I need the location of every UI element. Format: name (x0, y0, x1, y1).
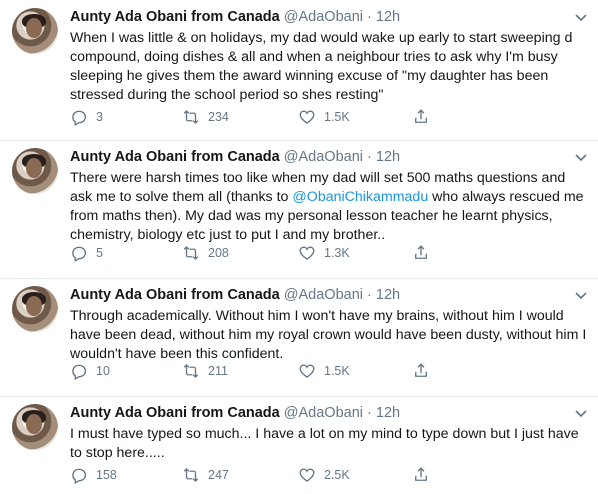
like-button[interactable]: 1.5K (298, 108, 350, 126)
tweet-divider (0, 140, 598, 141)
heart-icon (298, 108, 316, 126)
share-button[interactable] (412, 362, 430, 380)
avatar[interactable] (12, 148, 58, 194)
retweet-count: 234 (208, 110, 229, 124)
retweet-icon (182, 466, 200, 484)
like-count: 1.5K (324, 364, 350, 378)
reply-count: 10 (96, 364, 110, 378)
avatar[interactable] (12, 8, 58, 54)
retweet-button[interactable]: 234 (182, 108, 229, 126)
tweet-divider (0, 278, 598, 279)
like-button[interactable]: 2.5K (298, 466, 350, 484)
chevron-down-icon[interactable] (574, 406, 588, 418)
reply-count: 3 (96, 110, 103, 124)
tweet-header: Aunty Ada Obani from Canada @AdaObani · … (70, 148, 588, 166)
reply-icon (70, 362, 88, 380)
tweet-actions: 5 208 1.3K (70, 244, 510, 262)
retweet-icon (182, 108, 200, 126)
author-name[interactable]: Aunty Ada Obani from Canada (70, 287, 280, 303)
dot-separator: · (367, 287, 372, 303)
share-icon (412, 362, 430, 380)
tweet-text-part: I must have typed so much... I have a lo… (70, 426, 579, 461)
tweet-time[interactable]: 12h (376, 9, 400, 25)
reply-button[interactable]: 5 (70, 244, 103, 262)
author-name[interactable]: Aunty Ada Obani from Canada (70, 9, 280, 25)
tweet-actions: 10 211 1.5K (70, 362, 510, 380)
like-count: 1.5K (324, 110, 350, 124)
avatar[interactable] (12, 404, 58, 450)
like-count: 1.3K (324, 246, 350, 260)
reply-button[interactable]: 10 (70, 362, 110, 380)
share-icon (412, 108, 430, 126)
avatar[interactable] (12, 286, 58, 332)
chevron-down-icon[interactable] (574, 288, 588, 300)
tweet-header: Aunty Ada Obani from Canada @AdaObani · … (70, 8, 588, 26)
tweet-body: Aunty Ada Obani from Canada @AdaObani · … (70, 404, 590, 484)
tweet-body: Aunty Ada Obani from Canada @AdaObani · … (70, 148, 590, 262)
retweet-icon (182, 362, 200, 380)
author-handle[interactable]: @AdaObani (284, 149, 363, 165)
author-handle[interactable]: @AdaObani (284, 405, 363, 421)
share-icon (412, 244, 430, 262)
tweet-actions: 158 247 2.5K (70, 466, 510, 484)
share-button[interactable] (412, 244, 430, 262)
reply-icon (70, 108, 88, 126)
retweet-count: 247 (208, 468, 229, 482)
tweet-header: Aunty Ada Obani from Canada @AdaObani · … (70, 404, 588, 422)
tweet-time[interactable]: 12h (376, 149, 400, 165)
reply-icon (70, 466, 88, 484)
tweet-divider (0, 396, 598, 397)
tweet-time[interactable]: 12h (376, 405, 400, 421)
tweet-text: When I was little & on holidays, my dad … (70, 29, 590, 105)
tweet-text: Through academically. Without him I won'… (70, 307, 590, 364)
heart-icon (298, 362, 316, 380)
share-icon (412, 466, 430, 484)
dot-separator: · (367, 9, 372, 25)
tweet-actions: 3 234 1.5K (70, 108, 510, 126)
tweet-body: Aunty Ada Obani from Canada @AdaObani · … (70, 8, 590, 126)
share-button[interactable] (412, 108, 430, 126)
retweet-icon (182, 244, 200, 262)
tweet-text: There were harsh times too like when my … (70, 169, 590, 245)
like-button[interactable]: 1.3K (298, 244, 350, 262)
tweet-text-part: When I was little & on holidays, my dad … (70, 30, 573, 103)
reply-button[interactable]: 3 (70, 108, 103, 126)
tweet-time[interactable]: 12h (376, 287, 400, 303)
retweet-count: 208 (208, 246, 229, 260)
reply-count: 158 (96, 468, 117, 482)
reply-icon (70, 244, 88, 262)
reply-count: 5 (96, 246, 103, 260)
like-count: 2.5K (324, 468, 350, 482)
retweet-button[interactable]: 247 (182, 466, 229, 484)
tweet-text-part: Through academically. Without him I won'… (70, 308, 587, 362)
share-button[interactable] (412, 466, 430, 484)
heart-icon (298, 466, 316, 484)
tweet-body: Aunty Ada Obani from Canada @AdaObani · … (70, 286, 590, 380)
chevron-down-icon[interactable] (574, 150, 588, 162)
dot-separator: · (367, 149, 372, 165)
author-handle[interactable]: @AdaObani (284, 287, 363, 303)
tweet-text: I must have typed so much... I have a lo… (70, 425, 590, 463)
reply-button[interactable]: 158 (70, 466, 117, 484)
retweet-button[interactable]: 211 (182, 362, 228, 380)
tweet-header: Aunty Ada Obani from Canada @AdaObani · … (70, 286, 588, 304)
dot-separator: · (367, 405, 372, 421)
retweet-count: 211 (208, 364, 228, 378)
chevron-down-icon[interactable] (574, 10, 588, 22)
heart-icon (298, 244, 316, 262)
mention-link[interactable]: @ObaniChikammadu (292, 189, 428, 205)
retweet-button[interactable]: 208 (182, 244, 229, 262)
author-name[interactable]: Aunty Ada Obani from Canada (70, 405, 280, 421)
like-button[interactable]: 1.5K (298, 362, 350, 380)
author-handle[interactable]: @AdaObani (284, 9, 363, 25)
author-name[interactable]: Aunty Ada Obani from Canada (70, 149, 280, 165)
